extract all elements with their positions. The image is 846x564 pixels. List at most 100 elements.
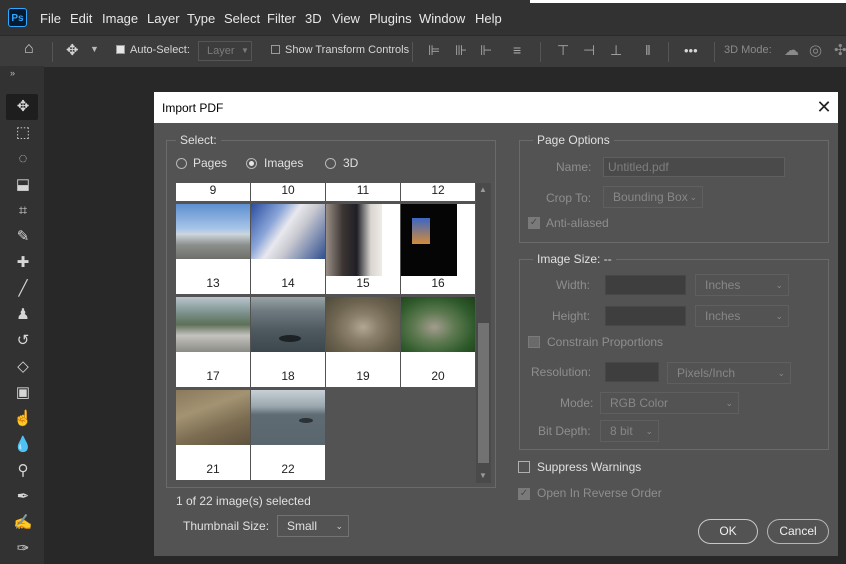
thumbnail-number: 12	[431, 183, 445, 197]
bit-depth-dropdown[interactable]: 8 bit ⌄	[600, 420, 659, 442]
home-icon[interactable]: ⌂	[24, 40, 34, 58]
menu-filter[interactable]: Filter	[267, 11, 296, 26]
lasso-tool-icon[interactable]: ◌	[12, 148, 34, 170]
blur-tool-icon[interactable]: 💧	[12, 434, 34, 456]
thumbnail-19[interactable]: 19	[326, 297, 400, 387]
3d-orbit-icon[interactable]: ☁	[784, 41, 799, 59]
dodge-tool-icon[interactable]: ⚲	[12, 460, 34, 482]
move-icon[interactable]: ✥	[66, 41, 79, 59]
thumbnail-22[interactable]: 22	[251, 390, 325, 480]
menu-layer[interactable]: Layer	[147, 11, 180, 26]
show-transform-checkbox[interactable]	[271, 45, 280, 54]
select-legend: Select:	[176, 133, 221, 147]
close-icon[interactable]: ✕	[814, 97, 834, 117]
collapse-panel-icon[interactable]: »	[10, 68, 15, 78]
more-options-icon[interactable]: •••	[684, 43, 698, 58]
width-field[interactable]	[605, 275, 686, 295]
chevron-down-icon[interactable]: ▼	[90, 44, 99, 54]
thumbnail-number: 16	[431, 276, 445, 290]
radio-pages[interactable]	[176, 158, 187, 169]
ok-button[interactable]: OK	[698, 519, 758, 544]
resolution-field[interactable]	[605, 362, 659, 382]
eyedropper-tool-icon[interactable]: ✎	[12, 226, 34, 248]
3d-pan-icon[interactable]: ✣	[834, 41, 846, 59]
width-unit-dropdown[interactable]: Inches ⌄	[695, 274, 789, 296]
thumbnail-image	[176, 390, 250, 445]
menu-file[interactable]: File	[40, 11, 61, 26]
crop-tool-icon[interactable]: ⌗	[12, 200, 34, 222]
scroll-up-icon[interactable]: ▲	[479, 185, 487, 194]
thumbnail-scrollbar[interactable]: ▲ ▼	[476, 183, 491, 483]
align-top-icon[interactable]: ⊤	[557, 42, 569, 59]
curvature-pen-tool-icon[interactable]: ✑	[12, 538, 34, 560]
align-left-icon[interactable]: ⊫	[428, 42, 440, 59]
radio-3d[interactable]	[325, 158, 336, 169]
name-field[interactable]: Untitled.pdf	[603, 157, 785, 177]
thumbnail-18[interactable]: 18	[251, 297, 325, 387]
move-tool-icon[interactable]: ✥	[12, 96, 34, 118]
thumbnail-20[interactable]: 20	[401, 297, 475, 387]
thumbnail-grid[interactable]: 9 10 11 12 13 14 15 16 17 18 19 20 21 22	[176, 183, 476, 483]
gradient-tool-icon[interactable]: ▣	[12, 382, 34, 404]
thumbnail-17[interactable]: 17	[176, 297, 250, 387]
thumbnail-9[interactable]: 9	[176, 183, 250, 201]
thumbnail-16[interactable]: 16	[401, 204, 475, 294]
thumbnail-21[interactable]: 21	[176, 390, 250, 480]
scroll-down-icon[interactable]: ▼	[479, 471, 487, 480]
menu-help[interactable]: Help	[475, 11, 502, 26]
thumbnail-11[interactable]: 11	[326, 183, 400, 201]
resolution-unit-dropdown[interactable]: Pixels/Inch ⌄	[667, 362, 791, 384]
menu-window[interactable]: Window	[419, 11, 465, 26]
mode-dropdown[interactable]: RGB Color ⌄	[600, 392, 739, 414]
menu-edit[interactable]: Edit	[70, 11, 92, 26]
thumbnail-10[interactable]: 10	[251, 183, 325, 201]
distribute-icon[interactable]: ≡	[513, 42, 521, 58]
pen-tool-icon[interactable]: ✒	[12, 486, 34, 508]
thumbnail-image	[176, 204, 250, 259]
name-label: Name:	[556, 160, 592, 174]
anti-aliased-checkbox[interactable]: ✓	[528, 217, 540, 229]
menu-select[interactable]: Select	[224, 11, 260, 26]
dialog-title: Import PDF	[162, 101, 224, 115]
freeform-pen-tool-icon[interactable]: ✍	[12, 512, 34, 534]
reverse-order-checkbox[interactable]: ✓	[518, 488, 530, 500]
reverse-order-label: Open In Reverse Order	[537, 486, 662, 500]
thumbnail-14[interactable]: 14	[251, 204, 325, 294]
object-select-tool-icon[interactable]: ⬓	[12, 174, 34, 196]
align-right-icon[interactable]: ⊩	[480, 42, 492, 59]
auto-select-dropdown[interactable]: Layer ▼	[198, 41, 252, 61]
align-center-icon[interactable]: ⊪	[455, 42, 467, 59]
thumbnail-15[interactable]: 15	[326, 204, 400, 294]
menu-image[interactable]: Image	[102, 11, 138, 26]
thumbnail-12[interactable]: 12	[401, 183, 475, 201]
smudge-tool-icon[interactable]: ☝	[12, 408, 34, 430]
thumbnail-size-dropdown[interactable]: Small ⌄	[277, 515, 349, 537]
window-edge	[530, 0, 846, 3]
scrollbar-thumb[interactable]	[478, 323, 489, 463]
align-bottom-icon[interactable]: ⊥	[610, 42, 622, 59]
distribute-vertical-icon[interactable]: ‖	[645, 42, 651, 58]
align-middle-icon[interactable]: ⊣	[583, 42, 595, 59]
marquee-tool-icon[interactable]: ⬚	[12, 122, 34, 144]
constrain-proportions-checkbox[interactable]	[528, 336, 540, 348]
history-brush-tool-icon[interactable]: ↺	[12, 330, 34, 352]
radio-images[interactable]	[246, 158, 257, 169]
page-options-legend: Page Options	[533, 133, 614, 147]
cancel-button[interactable]: Cancel	[767, 519, 829, 544]
height-unit-dropdown[interactable]: Inches ⌄	[695, 305, 789, 327]
menu-plugins[interactable]: Plugins	[369, 11, 412, 26]
suppress-warnings-checkbox[interactable]	[518, 461, 530, 473]
crop-to-dropdown[interactable]: Bounding Box ⌄	[603, 186, 703, 208]
3d-roll-icon[interactable]: ◎	[809, 41, 822, 59]
menu-3d[interactable]: 3D	[305, 11, 322, 26]
healing-brush-tool-icon[interactable]: ✚	[12, 252, 34, 274]
menu-view[interactable]: View	[332, 11, 360, 26]
chevron-down-icon: ⌄	[775, 280, 783, 290]
menu-type[interactable]: Type	[187, 11, 215, 26]
height-field[interactable]	[605, 306, 686, 326]
clone-stamp-tool-icon[interactable]: ♟	[12, 304, 34, 326]
auto-select-checkbox[interactable]	[116, 45, 125, 54]
brush-tool-icon[interactable]: ╱	[12, 278, 34, 300]
thumbnail-13[interactable]: 13	[176, 204, 250, 294]
eraser-tool-icon[interactable]: ◇	[12, 356, 34, 378]
